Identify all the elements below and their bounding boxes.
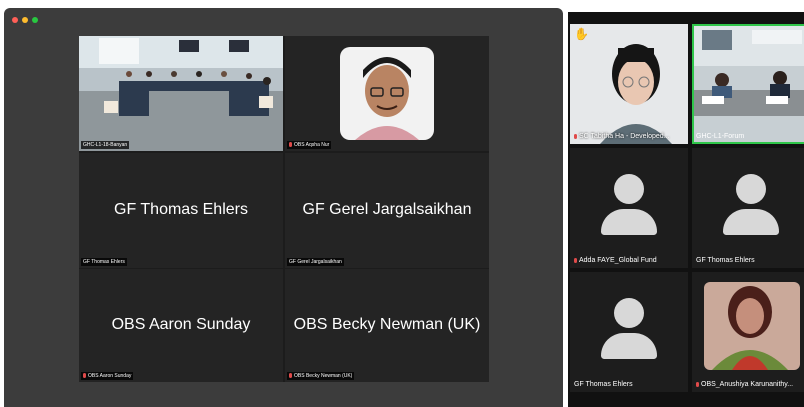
gallery-grid: GHC-L1-18-Banyan OBS Aqsha Nur GF Thomas… <box>79 36 489 382</box>
avatar-placeholder <box>723 174 779 235</box>
raised-hand-icon: ✋ <box>574 27 589 41</box>
participant-name: OBS Becky Newman (UK) <box>293 316 481 333</box>
video-tile-ghc-l1-forum[interactable]: GHC-L1-Forum <box>692 24 804 144</box>
participant-label: OBS_Anushiya Karunanithy... <box>696 381 793 388</box>
minimize-window-button[interactable] <box>22 17 28 23</box>
muted-mic-icon <box>574 258 577 263</box>
avatar-placeholder <box>601 174 657 235</box>
meeting-room-video <box>79 36 283 151</box>
participant-label: GF Thomas Ehlers <box>696 257 755 264</box>
video-tile-ghc-l1-18-banyan[interactable]: GHC-L1-18-Banyan <box>79 36 283 151</box>
participant-label: GF Thomas Ehlers <box>81 258 127 266</box>
meeting-room-video <box>694 26 804 142</box>
participant-label: OBS Becky Newman (UK) <box>287 372 355 380</box>
participant-label: OBS Aaron Sunday <box>81 372 134 380</box>
video-tile-obs-aaron-sunday[interactable]: OBS Aaron Sunday OBS Aaron Sunday <box>79 269 283 382</box>
participant-label: OBS Aqsha Nur <box>287 141 332 149</box>
participant-label: GHC-L1-18-Banyan <box>81 141 130 149</box>
participant-label: SC Tabitha Ha - Developed... <box>574 133 670 140</box>
meeting-window: GHC-L1-18-Banyan OBS Aqsha Nur GF Thomas… <box>4 8 563 407</box>
avatar-placeholder <box>601 298 657 359</box>
side-gallery: ✋ SC Tabitha Ha - Developed... GHC-L1-Fo… <box>568 12 804 407</box>
muted-mic-icon <box>83 373 86 378</box>
person-video <box>704 282 800 370</box>
participant-label: GHC-L1-Forum <box>696 133 745 140</box>
muted-mic-icon <box>696 382 699 387</box>
muted-mic-icon <box>289 373 292 378</box>
video-tile-obs-becky-newman[interactable]: OBS Becky Newman (UK) OBS Becky Newman (… <box>285 269 489 382</box>
person-video <box>570 24 688 144</box>
participant-name: GF Gerel Jargalsaikhan <box>302 201 472 218</box>
video-tile-gf-gerel-jargalsaikhan[interactable]: GF Gerel Jargalsaikhan GF Gerel Jargalsa… <box>285 153 489 268</box>
video-tile-gf-thomas-ehlers[interactable]: GF Thomas Ehlers GF Thomas Ehlers <box>79 153 283 268</box>
participant-label: Adda FAYE_Global Fund <box>574 257 657 264</box>
participant-name: OBS Aaron Sunday <box>111 316 251 333</box>
video-tile-gf-thomas-ehlers-2[interactable]: GF Thomas Ehlers <box>570 272 688 392</box>
participant-name: GF Thomas Ehlers <box>114 201 248 218</box>
person-video <box>340 47 434 140</box>
close-window-button[interactable] <box>12 17 18 23</box>
muted-mic-icon <box>574 134 577 139</box>
video-tile-obs-aqsha-nur[interactable]: OBS Aqsha Nur <box>285 36 489 151</box>
video-tile-gf-thomas-ehlers[interactable]: GF Thomas Ehlers <box>692 148 804 268</box>
participant-label: GF Thomas Ehlers <box>574 381 633 388</box>
muted-mic-icon <box>289 142 292 147</box>
participant-label: GF Gerel Jargalsaikhan <box>287 258 344 266</box>
video-tile-sc-tabitha-ha[interactable]: ✋ SC Tabitha Ha - Developed... <box>570 24 688 144</box>
maximize-window-button[interactable] <box>32 17 38 23</box>
video-tile-adda-faye[interactable]: Adda FAYE_Global Fund <box>570 148 688 268</box>
video-tile-obs-anushiya[interactable]: OBS_Anushiya Karunanithy... <box>692 272 804 392</box>
